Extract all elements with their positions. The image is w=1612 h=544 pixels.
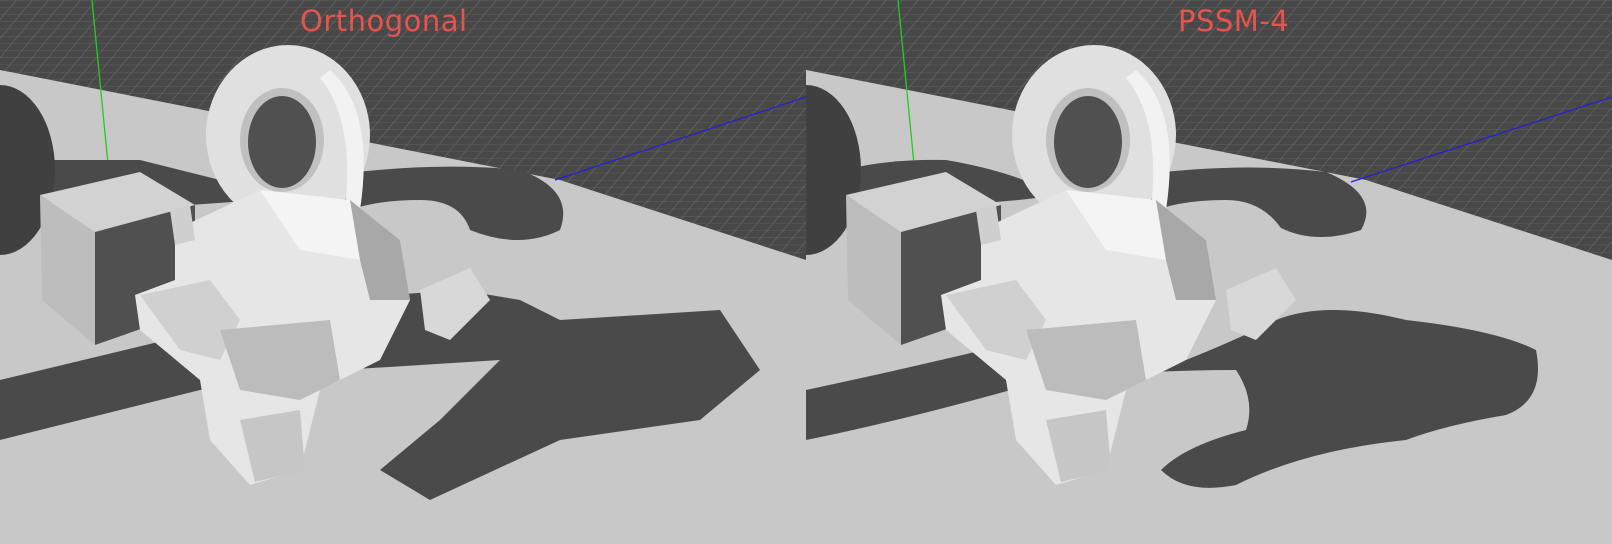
viewport-orthogonal[interactable]: Orthogonal <box>0 0 806 544</box>
viewport-pssm4[interactable]: PSSM-4 <box>806 0 1612 544</box>
scene-render-orthogonal <box>0 0 806 544</box>
viewport-container: Orthogonal PSSM-4 <box>0 0 1612 544</box>
scene-render-pssm4 <box>806 0 1612 544</box>
